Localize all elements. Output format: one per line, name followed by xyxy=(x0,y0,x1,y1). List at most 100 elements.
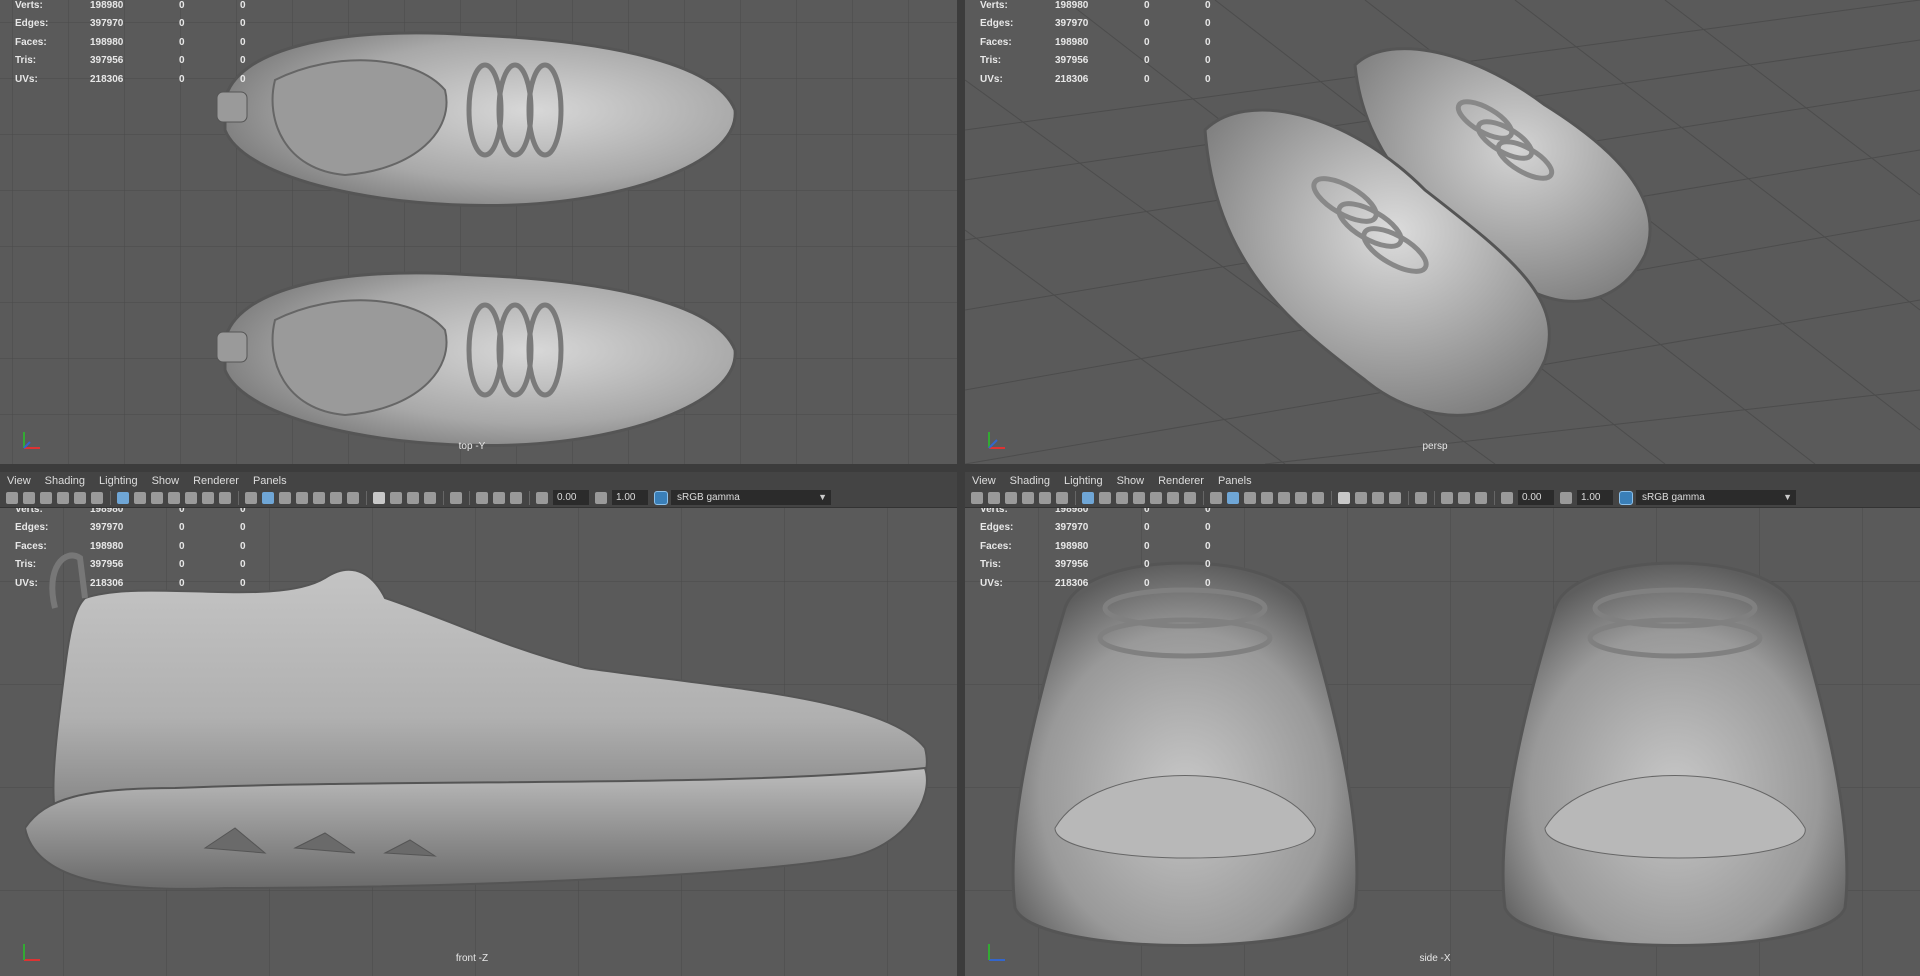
menu-lighting[interactable]: Lighting xyxy=(1057,475,1110,487)
bookmark-icon[interactable] xyxy=(1005,491,1017,504)
image-plane-icon[interactable] xyxy=(1022,491,1034,504)
field-chart-icon[interactable] xyxy=(185,491,197,504)
textured-icon[interactable] xyxy=(313,491,325,504)
viewport-top[interactable]: Verts: 198980 0 0 Edges: 397970 0 0 Faces: 1989… xyxy=(0,0,957,464)
shoe-side-view xyxy=(25,552,928,890)
gamma-field[interactable]: 1.00 xyxy=(612,490,648,505)
default-material-icon[interactable] xyxy=(279,491,291,504)
color-management-icon[interactable] xyxy=(1619,490,1633,505)
xray-joints-icon[interactable] xyxy=(476,491,488,504)
2d-pan-icon[interactable] xyxy=(1039,491,1051,504)
lights-icon[interactable] xyxy=(1295,491,1307,504)
xray-active-icon[interactable] xyxy=(1458,491,1470,504)
camera-label-persp: persp xyxy=(1422,441,1448,452)
safe-action-icon[interactable] xyxy=(1167,491,1179,504)
menu-panels[interactable]: Panels xyxy=(1211,475,1259,487)
safe-title-icon[interactable] xyxy=(219,491,231,504)
camera-label-front: front -Z xyxy=(455,953,489,964)
film-gate-icon[interactable] xyxy=(134,491,146,504)
default-material-icon[interactable] xyxy=(1244,491,1256,504)
antialiasing-icon[interactable] xyxy=(1372,491,1384,504)
shoe-front-view-2 xyxy=(1501,561,1849,947)
camera-icon[interactable] xyxy=(971,491,983,504)
depth-of-field-icon[interactable] xyxy=(1389,491,1401,504)
camera-label-top: top -Y xyxy=(458,441,486,452)
panel-toolbar-front: 0.00 1.00 sRGB gamma ▼ xyxy=(0,488,957,508)
menu-show[interactable]: Show xyxy=(1110,475,1152,487)
bookmark-icon[interactable] xyxy=(40,491,52,504)
xray-active-icon[interactable] xyxy=(493,491,505,504)
backface-culling-icon[interactable] xyxy=(1475,491,1487,504)
camera-attributes-icon[interactable] xyxy=(23,491,35,504)
backface-culling-icon[interactable] xyxy=(510,491,522,504)
exposure-field[interactable]: 0.00 xyxy=(1518,490,1554,505)
resolution-gate-icon[interactable] xyxy=(1116,491,1128,504)
color-space-select[interactable]: sRGB gamma ▼ xyxy=(671,490,831,505)
viewport-persp[interactable]: Verts: 198980 0 0 Edges: 397970 0 0 Faces: 1989… xyxy=(965,0,1920,464)
axis-gizmo-icon xyxy=(988,944,1005,961)
grease-pencil-icon[interactable] xyxy=(1056,491,1068,504)
color-management-icon[interactable] xyxy=(654,490,668,505)
image-plane-icon[interactable] xyxy=(57,491,69,504)
shadows-icon[interactable] xyxy=(1312,491,1324,504)
gamma-icon[interactable] xyxy=(595,491,607,504)
menu-shading[interactable]: Shading xyxy=(38,475,92,487)
gamma-icon[interactable] xyxy=(1560,491,1572,504)
antialiasing-icon[interactable] xyxy=(407,491,419,504)
exposure-icon[interactable] xyxy=(536,491,548,504)
axis-gizmo-icon xyxy=(988,432,1005,449)
2d-pan-icon[interactable] xyxy=(74,491,86,504)
menu-panels[interactable]: Panels xyxy=(246,475,294,487)
shoe-persp-front xyxy=(1203,108,1551,417)
menu-view[interactable]: View xyxy=(965,475,1003,487)
gamma-field[interactable]: 1.00 xyxy=(1577,490,1613,505)
panel-toolbar-side: 0.00 1.00 sRGB gamma ▼ xyxy=(965,488,1920,508)
isolate-select-icon[interactable] xyxy=(450,491,462,504)
menu-lighting[interactable]: Lighting xyxy=(92,475,145,487)
gate-mask-icon[interactable] xyxy=(168,491,180,504)
ambient-occlusion-icon[interactable] xyxy=(373,491,385,504)
isolate-select-icon[interactable] xyxy=(1415,491,1427,504)
camera-icon[interactable] xyxy=(6,491,18,504)
depth-of-field-icon[interactable] xyxy=(424,491,436,504)
shoe-top-view-2 xyxy=(216,271,737,448)
color-space-select[interactable]: sRGB gamma ▼ xyxy=(1636,490,1796,505)
gate-mask-icon[interactable] xyxy=(1133,491,1145,504)
menu-show[interactable]: Show xyxy=(145,475,187,487)
viewport-front[interactable]: Verts: 198980 0 0 Edges: 397970 0 0 Faces: 1989… xyxy=(0,508,957,976)
axis-gizmo-icon xyxy=(23,432,40,449)
motion-blur-icon[interactable] xyxy=(1355,491,1367,504)
menu-view[interactable]: View xyxy=(0,475,38,487)
viewport-divider-vertical[interactable] xyxy=(957,0,965,976)
resolution-gate-icon[interactable] xyxy=(151,491,163,504)
motion-blur-icon[interactable] xyxy=(390,491,402,504)
menu-renderer[interactable]: Renderer xyxy=(186,475,246,487)
grease-pencil-icon[interactable] xyxy=(91,491,103,504)
ambient-occlusion-icon[interactable] xyxy=(1338,491,1350,504)
xray-joints-icon[interactable] xyxy=(1441,491,1453,504)
textured-icon[interactable] xyxy=(1278,491,1290,504)
xray-icon[interactable] xyxy=(296,491,308,504)
xray-icon[interactable] xyxy=(1261,491,1273,504)
exposure-icon[interactable] xyxy=(1501,491,1513,504)
viewport-side[interactable]: Verts: 198980 0 0 Edges: 397970 0 0 Faces: 1989… xyxy=(965,508,1920,976)
lights-icon[interactable] xyxy=(330,491,342,504)
grid-icon[interactable] xyxy=(117,491,129,504)
camera-label-side: side -X xyxy=(1419,953,1451,964)
smooth-shade-icon[interactable] xyxy=(262,491,274,504)
grid-icon[interactable] xyxy=(1082,491,1094,504)
menu-shading[interactable]: Shading xyxy=(1003,475,1057,487)
film-gate-icon[interactable] xyxy=(1099,491,1111,504)
exposure-field[interactable]: 0.00 xyxy=(553,490,589,505)
safe-action-icon[interactable] xyxy=(202,491,214,504)
wireframe-icon[interactable] xyxy=(245,491,257,504)
shadows-icon[interactable] xyxy=(347,491,359,504)
field-chart-icon[interactable] xyxy=(1150,491,1162,504)
menu-renderer[interactable]: Renderer xyxy=(1151,475,1211,487)
safe-title-icon[interactable] xyxy=(1184,491,1196,504)
wireframe-icon[interactable] xyxy=(1210,491,1222,504)
smooth-shade-icon[interactable] xyxy=(1227,491,1239,504)
camera-attributes-icon[interactable] xyxy=(988,491,1000,504)
chevron-down-icon: ▼ xyxy=(1783,492,1792,502)
axis-gizmo-icon xyxy=(23,944,40,961)
